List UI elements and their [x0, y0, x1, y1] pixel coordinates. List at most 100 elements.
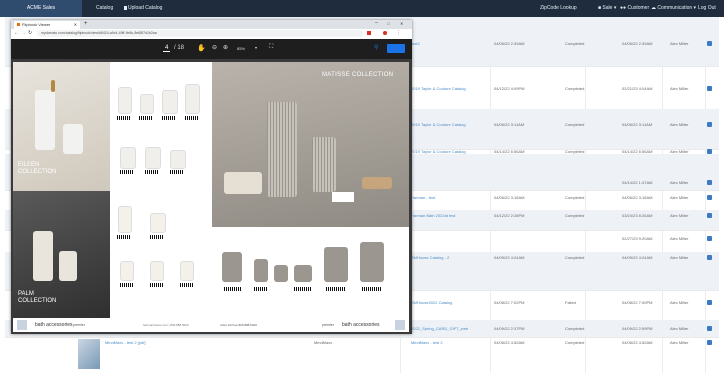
- search-icon[interactable]: ⚲: [374, 44, 378, 51]
- flipbook-toolbar: 4 / 18 ✋ ⊖ ⊕ 85% ▾ ⛶ ⚲: [11, 39, 412, 59]
- zoom-in-icon[interactable]: ⊕: [223, 44, 228, 51]
- chevron-down-icon[interactable]: ▾: [255, 45, 257, 50]
- minimize-icon[interactable]: –: [375, 20, 378, 26]
- tab-title: Flipbook Viewer: [22, 22, 51, 27]
- status-text: Completed: [565, 41, 585, 46]
- table-row[interactable]: MindMaxx - test 2 [pdf] MindMaxx MindMax…: [5, 337, 719, 373]
- user-name: Alex Miller: [670, 340, 689, 345]
- catalog-name-link[interactable]: MindMaxx - test 2: [411, 340, 443, 345]
- download-button[interactable]: [387, 44, 405, 53]
- file-name-link[interactable]: MindMaxx - test 2 [pdf]: [105, 340, 145, 345]
- completed-date: 04/06/22 3:16AM: [622, 195, 653, 200]
- close-tab-icon[interactable]: ✕: [74, 21, 77, 29]
- edit-icon[interactable]: [707, 86, 712, 91]
- close-window-icon[interactable]: ✕: [400, 21, 403, 26]
- back-arrow-icon[interactable]: ←: [14, 30, 19, 36]
- nav-communication-menu[interactable]: ☁ Communication ▾: [651, 0, 696, 17]
- footer-premier: premier: [322, 323, 334, 327]
- zipcode-lookup-link[interactable]: ZipCode Lookup: [540, 0, 577, 17]
- catalog-name-link[interactable]: SMHouse Catalog - 2: [411, 255, 449, 260]
- upload-date: 04/06/22 2:39AM: [494, 41, 525, 46]
- nav-link-upload-catalog[interactable]: Upload Catalog: [124, 0, 162, 17]
- status-text: Completed: [565, 86, 585, 91]
- edit-icon[interactable]: [707, 255, 712, 260]
- prev-page-button[interactable]: [17, 320, 27, 330]
- nav-sale-menu[interactable]: ■ Sale ▾: [598, 0, 616, 17]
- right-page-footer: order toll free 866.888.5020 premier bat…: [212, 318, 409, 332]
- status-text: Completed: [565, 326, 585, 331]
- catalog-name-link[interactable]: Harman Bath 2022at test: [411, 213, 455, 218]
- edit-icon[interactable]: [707, 340, 712, 345]
- completed-date: 04/09/22 2:59PM: [622, 326, 653, 331]
- chevron-down-icon: ▾: [613, 5, 617, 11]
- url-field[interactable]: mydomain.com/catalog/flipbook/view/b8424…: [37, 30, 363, 37]
- flipbook-viewer-window: Flipbook Viewer ✕ + – □ ✕ ← → ↻ mydomain…: [11, 20, 412, 334]
- nav-link-catalog[interactable]: Catalog: [96, 0, 113, 17]
- edit-icon[interactable]: [707, 326, 712, 331]
- completed-date: 03/24/23 8:26AM: [622, 213, 653, 218]
- eileen-collection-label: EILEEN COLLECTION: [18, 162, 57, 175]
- status-text: Completed: [565, 213, 585, 218]
- fullscreen-icon[interactable]: ⛶: [269, 44, 273, 51]
- extension-icon[interactable]: [367, 31, 371, 35]
- footer-brand: bath accessories: [35, 322, 73, 328]
- reload-icon[interactable]: ↻: [28, 30, 32, 36]
- brand-logo[interactable]: ACME Sales: [0, 0, 82, 17]
- edit-icon[interactable]: [707, 300, 712, 305]
- matisse-product-grid: [212, 227, 409, 318]
- forward-arrow-icon[interactable]: →: [21, 30, 26, 36]
- edit-icon[interactable]: [707, 41, 712, 46]
- edit-icon[interactable]: [707, 122, 712, 127]
- eileen-photo: EILEEN COLLECTION: [13, 62, 110, 191]
- status-text: Completed: [565, 255, 585, 260]
- maximize-icon[interactable]: □: [387, 21, 389, 26]
- new-tab-icon[interactable]: +: [84, 21, 88, 27]
- status-text: Completed: [565, 122, 585, 127]
- completed-date: 04/06/22 2:39AM: [622, 41, 653, 46]
- zoom-out-icon[interactable]: ⊖: [212, 44, 217, 51]
- upload-icon: [124, 5, 127, 10]
- upload-date: 04/08/22 7:02PM: [494, 300, 525, 305]
- user-name: Alex Miller: [670, 300, 689, 305]
- catalog-name-link[interactable]: test2: [411, 41, 420, 46]
- upload-date: 04/06/22 3:16AM: [494, 195, 525, 200]
- menu-dots-icon[interactable]: ⋮: [396, 30, 401, 36]
- browser-tab[interactable]: Flipbook Viewer ✕: [14, 21, 80, 29]
- upload-date: 04/12/22 4:09PM: [494, 86, 525, 91]
- profile-icon[interactable]: [383, 31, 387, 35]
- edit-icon[interactable]: [707, 213, 712, 218]
- catalog-name-link[interactable]: SMHouse2022 Catalog: [411, 300, 452, 305]
- page-number-input[interactable]: 4: [163, 45, 171, 52]
- completed-date: 02/21/23 4:04AM: [622, 86, 653, 91]
- catalog-name-link[interactable]: 2019 Taylor & Couture Catalog: [411, 122, 466, 127]
- edit-icon[interactable]: [707, 236, 712, 241]
- edit-icon[interactable]: [707, 180, 712, 185]
- hand-tool-icon[interactable]: ✋: [197, 44, 206, 52]
- next-page-button[interactable]: [395, 320, 405, 330]
- sale-icon: ■: [598, 5, 602, 11]
- upload-date: 04/09/22 2:37PM: [494, 326, 525, 331]
- top-nav-bar: ACME Sales Catalog Upload Catalog ZipCod…: [0, 0, 724, 17]
- palm-product-grid: [110, 191, 210, 318]
- matisse-photo: MATISSE COLLECTION: [212, 62, 409, 227]
- page-total: / 18: [174, 45, 185, 51]
- catalog-name-link[interactable]: 2022_Spring_CARD_GIFT_web: [411, 326, 468, 331]
- edit-icon[interactable]: [707, 195, 712, 200]
- upload-date: 04/12/22 2:28PM: [494, 213, 525, 218]
- catalog-thumbnail[interactable]: [78, 339, 100, 369]
- status-text: Failed: [565, 300, 576, 305]
- chevron-down-icon: ▾: [693, 5, 697, 11]
- matisse-collection-label: MATISSE COLLECTION: [322, 72, 394, 78]
- catalog-spread[interactable]: EILEEN COLLECTION PALM COLLECTION bath a…: [13, 62, 409, 332]
- nav-customer-menu[interactable]: ●● Customer: [620, 0, 649, 17]
- catalog-name-link[interactable]: Harman - test: [411, 195, 435, 200]
- completed-date: 04/09/22 4:24AM: [622, 255, 653, 260]
- flipbook-canvas: EILEEN COLLECTION PALM COLLECTION bath a…: [11, 59, 412, 334]
- logout-link[interactable]: Log Out: [698, 0, 716, 17]
- company-name: MindMaxx: [314, 340, 333, 345]
- zoom-level[interactable]: 85%: [237, 46, 245, 51]
- catalog-name-link[interactable]: 2019 Taylor & Couture Catalog: [411, 86, 466, 91]
- favicon-icon: [17, 23, 20, 27]
- upload-date: 04/09/22 4:24AM: [494, 255, 525, 260]
- nav-sale-label: Sale: [602, 5, 613, 11]
